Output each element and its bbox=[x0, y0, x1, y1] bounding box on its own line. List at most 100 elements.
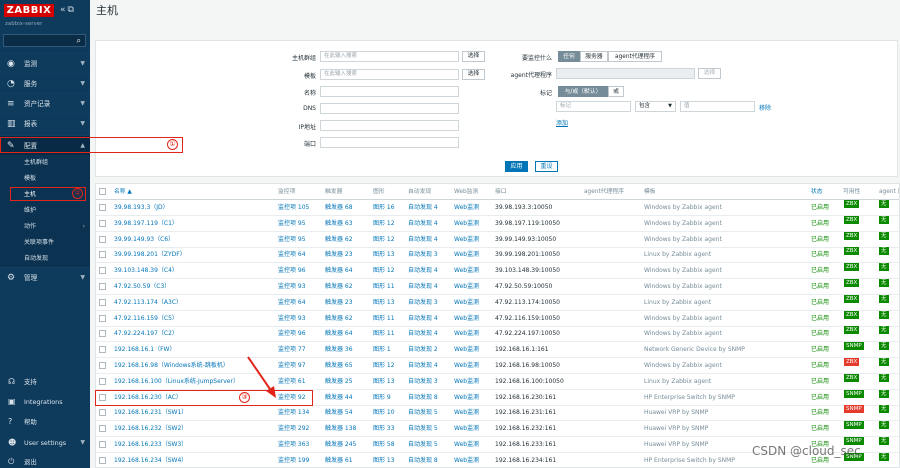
row-items-link[interactable]: 监控项 199 bbox=[278, 453, 309, 467]
row-template-link[interactable]: Huawei VRP by SNMP bbox=[644, 405, 708, 421]
row-triggers-link[interactable]: 触发器 62 bbox=[325, 232, 353, 248]
row-graphs-link[interactable]: 图形 58 bbox=[373, 437, 395, 453]
row-checkbox[interactable] bbox=[99, 267, 106, 275]
row-status-link[interactable]: 已启用 bbox=[811, 279, 829, 295]
row-graphs-link[interactable]: 图形 11 bbox=[373, 311, 395, 327]
row-web-link[interactable]: Web监测 bbox=[454, 453, 479, 467]
row-graphs-link[interactable]: 图形 11 bbox=[373, 279, 395, 295]
tag-value-input[interactable]: 值 bbox=[680, 101, 755, 112]
row-web-link[interactable]: Web监测 bbox=[454, 437, 479, 453]
remove-tag-link[interactable]: 移除 bbox=[759, 103, 771, 112]
tag-mode-or[interactable]: 或 bbox=[608, 86, 624, 97]
row-checkbox[interactable] bbox=[99, 219, 106, 227]
row-triggers-link[interactable]: 触发器 65 bbox=[325, 358, 353, 374]
row-web-link[interactable]: Web监测 bbox=[454, 342, 479, 358]
tag-operator-select[interactable]: 包含 ▼ bbox=[635, 101, 676, 112]
row-web-link[interactable]: Web监测 bbox=[454, 279, 479, 295]
row-triggers-link[interactable]: 触发器 245 bbox=[325, 437, 356, 453]
monitored-by-any[interactable]: 任何 bbox=[558, 51, 580, 62]
row-status-link[interactable]: 已启用 bbox=[811, 405, 829, 421]
row-web-link[interactable]: Web监测 bbox=[454, 405, 479, 421]
row-items-link[interactable]: 监控项 105 bbox=[278, 200, 309, 216]
row-status-link[interactable]: 已启用 bbox=[811, 326, 829, 342]
row-template-link[interactable]: Windows by Zabbix agent bbox=[644, 326, 722, 342]
row-web-link[interactable]: Web监测 bbox=[454, 358, 479, 374]
row-status-link[interactable]: 已启用 bbox=[811, 342, 829, 358]
row-items-link[interactable]: 监控项 95 bbox=[278, 216, 306, 232]
zabbix-logo[interactable]: ZABBIX bbox=[4, 4, 54, 17]
row-web-link[interactable]: Web监测 bbox=[454, 311, 479, 327]
row-template-link[interactable]: Windows by Zabbix agent bbox=[644, 358, 722, 374]
row-triggers-link[interactable]: 触发器 62 bbox=[325, 279, 353, 295]
row-template-link[interactable]: Windows by Zabbix agent bbox=[644, 200, 722, 216]
row-checkbox[interactable] bbox=[99, 314, 106, 322]
row-checkbox[interactable] bbox=[99, 283, 106, 290]
templates-input[interactable]: 在此输入搜索 bbox=[320, 69, 459, 80]
row-triggers-link[interactable]: 触发器 64 bbox=[325, 263, 353, 279]
row-name-link[interactable]: 192.168.16.234（SW4） bbox=[114, 453, 187, 467]
row-checkbox[interactable] bbox=[99, 409, 106, 417]
row-triggers-link[interactable]: 触发器 138 bbox=[325, 421, 356, 437]
row-checkbox[interactable] bbox=[99, 456, 106, 464]
row-name-link[interactable]: 39.103.148.39（C4） bbox=[114, 263, 178, 279]
footer-integrations[interactable]: ▣ Integrations bbox=[0, 392, 90, 412]
row-template-link[interactable]: Windows by Zabbix agent bbox=[644, 216, 722, 232]
row-checkbox[interactable] bbox=[99, 362, 106, 369]
row-name-link[interactable]: 192.168.16.1（FW） bbox=[114, 342, 175, 358]
tag-mode-and-or[interactable]: 与/或（默认） bbox=[558, 86, 608, 97]
row-checkbox[interactable] bbox=[99, 346, 106, 354]
row-graphs-link[interactable]: 图形 12 bbox=[373, 232, 395, 248]
submenu-host-groups[interactable]: 主机群组 bbox=[0, 155, 90, 171]
apply-button[interactable]: 应用 bbox=[505, 161, 528, 172]
row-template-link[interactable]: Windows by Zabbix agent bbox=[644, 232, 722, 248]
row-template-link[interactable]: HP Enterprise Switch by SNMP bbox=[644, 453, 735, 467]
row-discovery-link[interactable]: 自动发现 3 bbox=[408, 295, 438, 311]
row-triggers-link[interactable]: 触发器 62 bbox=[325, 311, 353, 327]
row-web-link[interactable]: Web监测 bbox=[454, 421, 479, 437]
row-discovery-link[interactable]: 自动发现 3 bbox=[408, 374, 438, 390]
row-items-link[interactable]: 监控项 96 bbox=[278, 263, 306, 279]
row-template-link[interactable]: Windows by Zabbix agent bbox=[644, 263, 722, 279]
row-checkbox[interactable] bbox=[99, 377, 106, 385]
submenu-event-correlation[interactable]: 关联项事件 bbox=[0, 235, 90, 251]
row-status-link[interactable]: 已启用 bbox=[811, 358, 829, 374]
row-discovery-link[interactable]: 自动发现 5 bbox=[408, 405, 438, 421]
row-web-link[interactable]: Web监测 bbox=[454, 390, 479, 406]
row-web-link[interactable]: Web监测 bbox=[454, 216, 479, 232]
row-items-link[interactable]: 监控项 134 bbox=[278, 405, 309, 421]
row-items-link[interactable]: 监控项 97 bbox=[278, 358, 306, 374]
row-web-link[interactable]: Web监测 bbox=[454, 263, 479, 279]
row-checkbox[interactable] bbox=[99, 298, 106, 306]
dns-input[interactable] bbox=[320, 103, 459, 114]
search-icon[interactable]: ⌕ bbox=[77, 36, 81, 46]
menu-reports[interactable]: ▥ 报表 ▼ bbox=[0, 113, 90, 133]
row-graphs-link[interactable]: 图形 13 bbox=[373, 374, 395, 390]
row-checkbox[interactable] bbox=[99, 235, 106, 243]
row-discovery-link[interactable]: 自动发现 2 bbox=[408, 342, 438, 358]
footer-help[interactable]: ? 帮助 bbox=[0, 412, 90, 432]
row-name-link[interactable]: 47.92.116.159（C5） bbox=[114, 311, 178, 327]
footer-support[interactable]: ☊ 支持 bbox=[0, 372, 90, 392]
row-triggers-link[interactable]: 触发器 44 bbox=[325, 390, 353, 406]
row-items-link[interactable]: 监控项 96 bbox=[278, 326, 306, 342]
row-checkbox[interactable] bbox=[99, 425, 106, 433]
port-input[interactable] bbox=[320, 137, 459, 148]
row-discovery-link[interactable]: 自动发现 8 bbox=[408, 453, 438, 467]
row-name-link[interactable]: 192.168.16.98（Windows系统-跳板机） bbox=[114, 358, 229, 374]
row-status-link[interactable]: 已启用 bbox=[811, 374, 829, 390]
row-graphs-link[interactable]: 图形 16 bbox=[373, 200, 395, 216]
row-discovery-link[interactable]: 自动发现 8 bbox=[408, 390, 438, 406]
row-items-link[interactable]: 监控项 95 bbox=[278, 232, 306, 248]
row-template-link[interactable]: Huawei VRP by SNMP bbox=[644, 421, 708, 437]
row-triggers-link[interactable]: 触发器 61 bbox=[325, 453, 353, 467]
tag-name-input[interactable]: 标记 bbox=[556, 101, 631, 112]
row-discovery-link[interactable]: 自动发现 3 bbox=[408, 247, 438, 263]
row-triggers-link[interactable]: 触发器 63 bbox=[325, 216, 353, 232]
row-triggers-link[interactable]: 触发器 23 bbox=[325, 295, 353, 311]
row-name-link[interactable]: 39.99.198.201（ZYDF） bbox=[114, 247, 186, 263]
row-name-link[interactable]: 192.168.16.232（SW2） bbox=[114, 421, 187, 437]
row-checkbox[interactable] bbox=[99, 251, 106, 259]
row-items-link[interactable]: 监控项 77 bbox=[278, 342, 306, 358]
row-status-link[interactable]: 已启用 bbox=[811, 200, 829, 216]
row-web-link[interactable]: Web监测 bbox=[454, 326, 479, 342]
